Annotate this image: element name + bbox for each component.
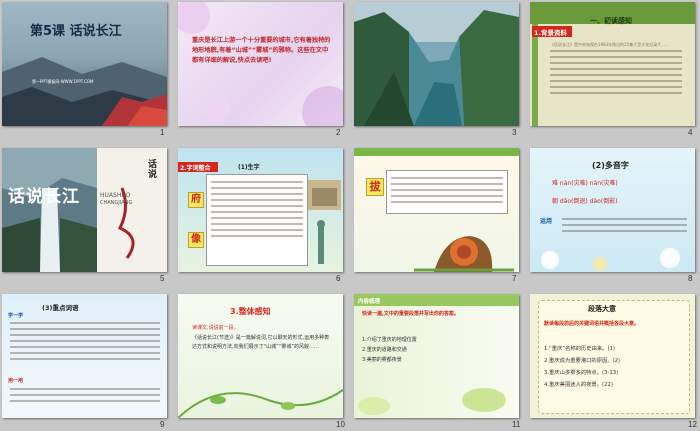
vertical-title: 话说 (148, 160, 158, 180)
list-item: 2.重庆的道路和交通 (362, 347, 407, 353)
slide-number: 12 (688, 420, 697, 429)
vine-decoration-image (178, 389, 343, 418)
waterfall-cliff-image (2, 148, 167, 272)
slide-body-text: 《话说长江(节选)》是一篇解说词,它以聊天的形式,运用多种表达方式和说明方法,向… (192, 335, 330, 350)
section-label: 2.字词整合 (180, 165, 211, 172)
slide-heading: 一、初读感知 (590, 17, 632, 25)
slide-body-text: 重庆是长江上游一个十分重要的城市,它有着独特的地形地貌,有着“山城”“雾城”的雅… (192, 37, 331, 64)
slide-thumbnail-1[interactable]: 第5课 话说长江 第一PPT模板网-WWW.1PPT.COM (2, 2, 167, 126)
landmark-images (308, 180, 341, 264)
list-item: 3.重庆山多雾多的特点。(3-13) (544, 370, 619, 376)
vocab-table (386, 170, 508, 214)
note-text: 《话说长江》是中央电视台1983年推出的25集大型文化纪录片…… (550, 42, 670, 47)
slide-heading: 内容梳理 (358, 299, 381, 305)
section-label: 1.背景资料 (534, 29, 567, 37)
lead-text: 默读每段前后的关键词语并概括各段大意。 (544, 321, 640, 327)
slide-thumbnail-2[interactable]: 重庆是长江上游一个十分重要的城市,它有着独特的地形地貌,有着“山城”“雾城”的雅… (178, 2, 343, 126)
polyphone-line: 朝 dǎo(倒退) dào(倒影) (552, 198, 618, 205)
slide-number: 1 (160, 128, 165, 137)
list-item: 3.美丽的雾都夜景 (362, 357, 402, 363)
slide-number: 7 (512, 274, 517, 283)
slide-thumbnail-8[interactable]: (2)多音字 难 nán(灾难) nàn(灾难) 朝 dǎo(倒退) dào(倒… (530, 148, 695, 272)
lead-text: 快读一遍,文中的重要段落并写出你的答案。 (362, 311, 459, 317)
body-text-lines (10, 384, 160, 406)
slide-number: 11 (512, 420, 521, 429)
slide-number: 10 (336, 420, 345, 429)
lead-text: 读课文,说说前一段。 (192, 325, 239, 331)
slide-thumbnail-11[interactable]: 内容梳理 快读一遍,文中的重要段落并写出你的答案。 1.介绍了重庆的地理位置 2… (354, 294, 519, 418)
pinyin-line-2: CHANGJIANG (100, 200, 133, 206)
slide-thumbnail-4[interactable]: 一、初读感知 1.背景资料 《话说长江》是中央电视台1983年推出的25集大型文… (530, 2, 695, 126)
slide-thumbnail-9[interactable]: (3)重点词语 学一学 用一用 (2, 294, 167, 418)
slide-thumbnail-6[interactable]: 2.字词整合 (1)生字 府 像 (178, 148, 343, 272)
slide-thumbnail-3[interactable] (354, 2, 519, 126)
slide-subtitle: 第一PPT模板网-WWW.1PPT.COM (32, 79, 94, 84)
vocab-table (206, 174, 308, 266)
slide-number: 3 (512, 128, 517, 137)
slide-title: 第5课 话说长江 (30, 24, 122, 39)
body-text-lines (562, 214, 687, 236)
slide-number: 4 (688, 128, 693, 137)
body-text-lines (550, 46, 682, 98)
vocab-char: 府 (188, 192, 204, 208)
slide-thumbnail-12[interactable]: 段落大意 默读每段前后的关键词语并概括各段大意。 1.“重庆”名称的历史由来。(… (530, 294, 695, 418)
flower-decoration-image (541, 248, 680, 271)
slide-thumbnail-7[interactable]: 拔 (354, 148, 519, 272)
slide-number: 9 (160, 420, 165, 429)
snail-cartoon-image (414, 236, 514, 272)
list-item: 2.重庆成为重要港口的原因。(2) (544, 358, 621, 364)
vocab-char: 像 (188, 232, 204, 248)
slide-heading: (2)多音字 (592, 161, 629, 170)
slide-thumbnail-10[interactable]: 3.整体感知 读课文,说说前一段。 《话说长江(节选)》是一篇解说词,它以聊天的… (178, 294, 343, 418)
pinyin-line-1: HUASHUO (100, 192, 131, 199)
body-text-lines (10, 318, 160, 364)
list-item: 4.重庆美丽迷人的夜景。(22) (544, 382, 613, 388)
usage-label: 运用 (540, 218, 553, 225)
slide-number: 6 (336, 274, 341, 283)
list-item: 1.介绍了重庆的地理位置 (362, 337, 417, 343)
vocab-char: 拔 (366, 178, 384, 196)
leaf-decoration-image (358, 388, 506, 415)
calligraphy-title: 话说长江 (8, 187, 80, 207)
slide-subtitle: (1)生字 (238, 164, 260, 171)
slide-thumbnail-5[interactable]: 话说长江 HUASHUO CHANGJIANG 话说 (2, 148, 167, 272)
slide-heading: (3)重点词语 (42, 304, 79, 312)
list-item: 1.“重庆”名称的历史由来。(1) (544, 346, 616, 352)
polyphone-line: 难 nán(灾难) nàn(灾难) (552, 180, 618, 187)
slide-number: 5 (160, 274, 165, 283)
slide-number: 8 (688, 274, 693, 283)
river-gorge-image (354, 2, 519, 126)
section-tag: 用一用 (8, 378, 24, 384)
slide-heading: 3.整体感知 (230, 307, 271, 316)
slide-number: 2 (336, 128, 341, 137)
slide-heading: 段落大意 (588, 305, 616, 313)
